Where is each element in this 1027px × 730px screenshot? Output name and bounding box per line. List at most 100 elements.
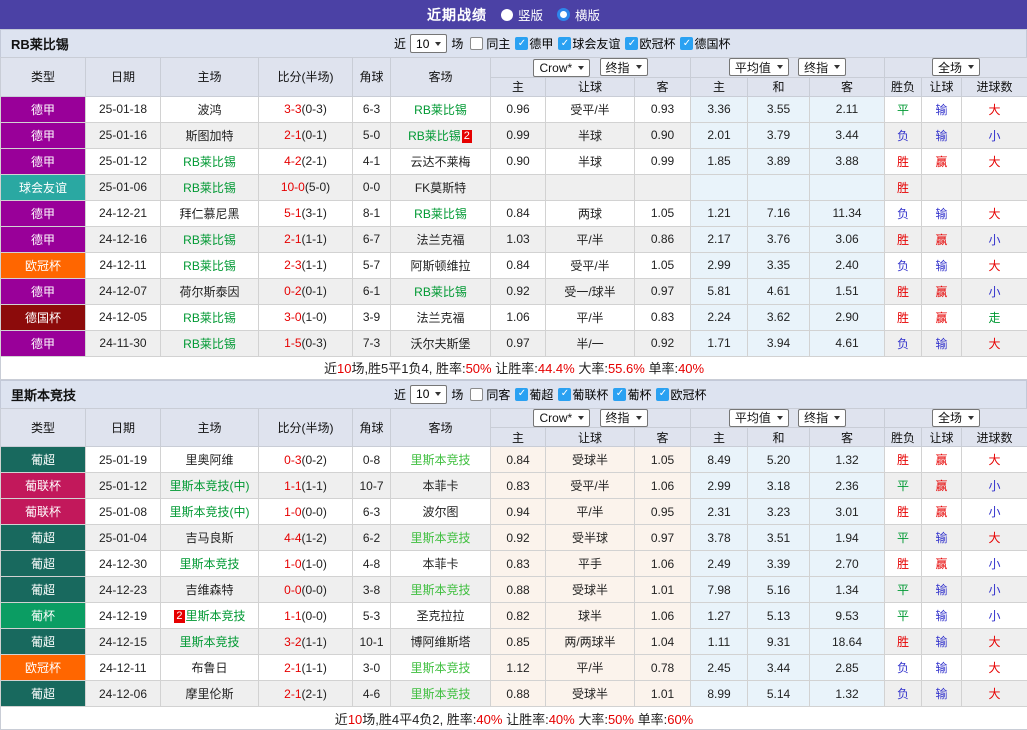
team-name-text: 吉马良斯 xyxy=(185,531,234,545)
score-cell: 2-3(1-1) xyxy=(258,251,353,279)
team-name-text: 里斯本竞技 xyxy=(410,687,471,701)
handicap-line-cell: 受平/半 xyxy=(545,251,635,279)
avg-home-cell: 3.36 xyxy=(690,95,748,123)
subcol-handicap: 让球 xyxy=(545,427,635,447)
away-team-cell: 里斯本竞技 xyxy=(390,576,491,603)
team-name-text: 斯图加特 xyxy=(185,128,234,143)
scope-select[interactable]: 全场 xyxy=(932,58,981,77)
avg-away-cell: 2.11 xyxy=(808,95,886,123)
fulltime-score: 2-1 xyxy=(284,128,302,142)
home-team-cell: RB莱比锡 xyxy=(160,303,259,331)
avg-type-select[interactable]: 平均值 xyxy=(728,58,789,77)
match-count-value: 10 xyxy=(416,387,430,401)
section-header: 里斯本竞技 近 10 场 同客 ✓ 葡超 ✓ 葡联杯 ✓ 葡杯 ✓ 欧冠杯 xyxy=(0,379,1027,408)
league-filter-2[interactable]: ✓ 球会友谊 xyxy=(558,35,620,52)
match-count-select[interactable]: 10 xyxy=(410,34,448,53)
chevron-down-icon xyxy=(635,65,642,69)
col-header-home: 主场 xyxy=(160,57,259,97)
avg-stage-value: 终指 xyxy=(804,60,829,75)
match-count-select[interactable]: 10 xyxy=(410,384,448,404)
odds-stage-select[interactable]: 终指 xyxy=(599,408,648,427)
odds-home-cell: 0.97 xyxy=(490,329,546,357)
chevron-down-icon xyxy=(834,415,841,420)
radio-vertical-layout[interactable]: 竖版 xyxy=(500,5,543,24)
league-filter-3[interactable]: ✓ 欧冠杯 xyxy=(625,35,675,52)
avg-home-cell: 3.78 xyxy=(690,524,748,551)
subcol-avg-draw: 和 xyxy=(747,427,810,447)
handicap-line-cell: 平/半 xyxy=(545,303,635,331)
odds-home-cell xyxy=(490,173,546,201)
odds-provider-select[interactable]: Crow* xyxy=(533,409,591,427)
match-date: 25-01-18 xyxy=(85,95,161,123)
away-team-cell: 里斯本竞技 xyxy=(390,680,491,707)
league-filters: ✓ 葡超 ✓ 葡联杯 ✓ 葡杯 ✓ 欧冠杯 xyxy=(510,385,706,403)
match-date: 24-12-30 xyxy=(85,550,161,577)
fulltime-score: 3-3 xyxy=(284,102,302,116)
odds-stage-select[interactable]: 终指 xyxy=(599,58,648,76)
avg-stage-select[interactable]: 终指 xyxy=(798,408,847,427)
corner-cell: 0-0 xyxy=(352,173,391,201)
team-name-text: 摩里伦斯 xyxy=(185,687,234,701)
team-name-text: 波鸿 xyxy=(197,102,222,117)
summary-part: 40% xyxy=(548,711,575,727)
handicap-line-cell: 平手 xyxy=(545,550,635,577)
result-cell: 胜 xyxy=(884,550,923,577)
summary-part: 40% xyxy=(678,361,705,376)
team-rank-badge: 2 xyxy=(174,610,185,623)
avg-away-cell xyxy=(808,173,886,201)
result-cell: 平 xyxy=(884,524,923,551)
home-team-cell: 荷尔斯泰因 xyxy=(160,277,259,305)
league-filter-2[interactable]: ✓ 葡联杯 xyxy=(558,386,608,403)
avg-stage-select[interactable]: 终指 xyxy=(798,58,847,77)
radio-horizontal-layout[interactable]: 横版 xyxy=(557,5,600,24)
fulltime-score: 1-1 xyxy=(284,608,302,623)
avg-type-value: 平均值 xyxy=(734,411,771,426)
avg-type-select[interactable]: 平均值 xyxy=(728,408,789,427)
fulltime-score: 4-4 xyxy=(284,530,302,545)
league-filter-1[interactable]: ✓ 德甲 xyxy=(515,35,553,52)
team-name-text: 荷尔斯泰因 xyxy=(179,284,240,299)
halftime-score: (2-1) xyxy=(301,154,327,168)
result-cell: 平 xyxy=(884,95,923,123)
result-cell: 胜 xyxy=(884,173,923,201)
avg-away-cell: 3.06 xyxy=(808,225,886,253)
halftime-score: (0-2) xyxy=(301,452,327,467)
match-type-cell: 葡超 xyxy=(0,524,86,551)
league-filter-4[interactable]: ✓ 德国杯 xyxy=(680,35,730,52)
avg-draw-cell: 3.39 xyxy=(747,550,810,577)
same-venue-checkbox[interactable]: 同主 xyxy=(470,35,510,52)
score-cell: 1-0(1-0) xyxy=(258,550,353,577)
away-team-cell: 本菲卡 xyxy=(390,550,491,577)
match-date: 24-12-19 xyxy=(85,602,161,629)
avg-draw-cell xyxy=(747,173,810,201)
match-row: 德甲 25-01-16 斯图加特 2-1(0-1) 5-0 RB莱比锡 2 0.99 半球 0.9… xyxy=(0,121,1027,149)
same-venue-label: 同客 xyxy=(486,387,511,402)
league-filter-label: 葡联杯 xyxy=(572,387,609,402)
same-venue-checkbox[interactable]: 同客 xyxy=(470,386,510,403)
home-team-cell: 吉维森特 xyxy=(160,576,259,603)
chevron-down-icon xyxy=(776,65,783,70)
chevron-down-icon xyxy=(435,392,442,396)
avg-home-cell: 1.21 xyxy=(690,199,748,227)
chevron-down-icon xyxy=(635,415,642,420)
home-team-cell: 2 里斯本竞技 xyxy=(160,602,259,629)
league-filter-label: 德甲 xyxy=(529,37,554,52)
avg-away-cell: 2.36 xyxy=(808,472,886,499)
league-filter-1[interactable]: ✓ 葡超 xyxy=(515,386,553,403)
odds-provider-select[interactable]: Crow* xyxy=(533,58,591,77)
score-cell: 2-1(2-1) xyxy=(258,680,353,707)
subcol-odds-home: 主 xyxy=(490,427,546,447)
league-filter-4[interactable]: ✓ 欧冠杯 xyxy=(656,386,706,403)
odds-away-cell: 1.06 xyxy=(634,550,691,577)
checkbox-checked-icon: ✓ xyxy=(558,37,572,51)
summary-part: 近 xyxy=(323,361,337,376)
avg-away-cell: 1.32 xyxy=(808,446,886,473)
odds-home-cell: 0.90 xyxy=(490,147,546,175)
odds-away-cell: 1.05 xyxy=(634,446,691,473)
scope-select[interactable]: 全场 xyxy=(932,408,981,427)
team-name-text: 里斯本竞技(中) xyxy=(169,479,250,493)
avg-home-cell: 2.24 xyxy=(690,303,748,331)
odds-away-cell: 0.97 xyxy=(634,277,691,305)
league-filter-3[interactable]: ✓ 葡杯 xyxy=(613,386,651,403)
subcol-handicap: 让球 xyxy=(545,76,635,97)
